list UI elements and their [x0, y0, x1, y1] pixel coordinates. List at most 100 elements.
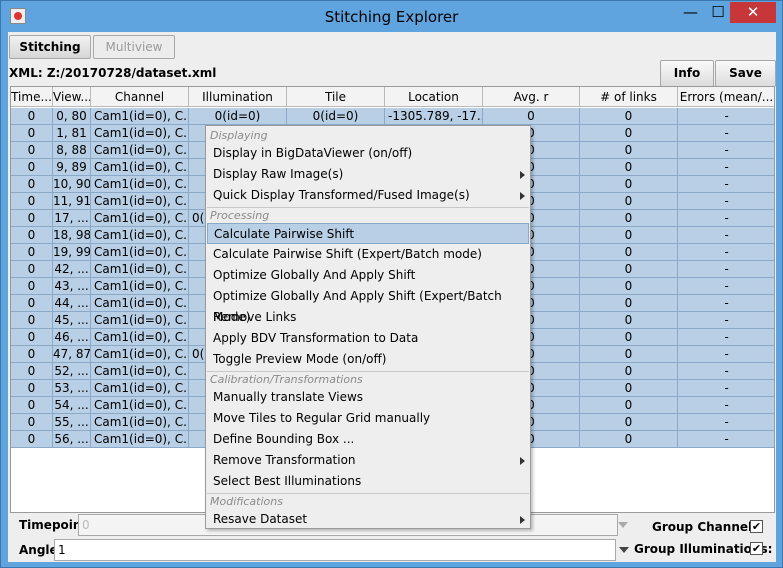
menu-item-label: Manually translate Views: [213, 390, 364, 404]
angle-combo[interactable]: 1: [54, 539, 616, 561]
column-header[interactable]: # of links: [580, 87, 678, 107]
menu-item-label: Quick Display Transformed/Fused Image(s): [213, 188, 470, 202]
menu-item[interactable]: Calculate Pairwise Shift (Expert/Batch m…: [207, 244, 529, 265]
menu-item[interactable]: Resave Dataset: [207, 509, 529, 530]
table-cell: 0(id=0): [189, 108, 287, 125]
table-cell: 0: [580, 108, 678, 125]
table-cell: 0: [11, 312, 53, 329]
window-title: Stitching Explorer: [324, 8, 459, 26]
table-cell: 52, ...: [53, 363, 91, 380]
table-cell: 0(id=0): [287, 108, 385, 125]
submenu-arrow-icon: [520, 171, 525, 179]
table-cell: 55, ...: [53, 414, 91, 431]
table-cell: 0: [580, 159, 678, 176]
table-cell: Cam1(id=0), C...: [91, 125, 189, 142]
column-header[interactable]: Tile: [287, 87, 385, 107]
column-header[interactable]: Errors (mean/...: [678, 87, 774, 107]
angle-dropdown-icon[interactable]: [615, 539, 633, 561]
table-cell: 0: [580, 244, 678, 261]
column-header[interactable]: Time...: [11, 87, 53, 107]
menu-item[interactable]: Optimize Globally And Apply Shift (Exper…: [207, 286, 529, 324]
menu-item[interactable]: Display Raw Image(s): [207, 164, 529, 185]
table-cell: 0: [11, 176, 53, 193]
menu-item[interactable]: Manually translate Views: [207, 387, 529, 408]
table-cell: Cam1(id=0), C...: [91, 142, 189, 159]
table-cell: -: [678, 261, 774, 278]
menu-item[interactable]: Toggle Preview Mode (on/off): [207, 349, 529, 370]
menu-item[interactable]: Define Bounding Box ...: [207, 429, 529, 450]
column-header[interactable]: Channel: [91, 87, 189, 107]
application-window: Stitching Explorer — ☐ ✕ Stitching Multi…: [0, 0, 783, 568]
table-cell: 0: [580, 278, 678, 295]
menu-item[interactable]: Optimize Globally And Apply Shift: [207, 265, 529, 286]
table-cell: 17, ...: [53, 210, 91, 227]
menu-item-label: Calculate Pairwise Shift: [214, 227, 355, 241]
table-cell: Cam1(id=0), C...: [91, 176, 189, 193]
table-cell: Cam1(id=0), C...: [91, 312, 189, 329]
table-cell: Cam1(id=0), C...: [91, 159, 189, 176]
table-cell: 47, 87: [53, 346, 91, 363]
column-header[interactable]: Illumination: [189, 87, 287, 107]
menu-item[interactable]: Select Best Illuminations: [207, 471, 529, 492]
table-cell: 44, ...: [53, 295, 91, 312]
maximize-button[interactable]: ☐: [707, 2, 729, 23]
table-cell: 0: [11, 414, 53, 431]
table-cell: -: [678, 142, 774, 159]
menu-item[interactable]: Display in BigDataViewer (on/off): [207, 143, 529, 164]
table-cell: 0: [11, 125, 53, 142]
table-cell: 0, 80: [53, 108, 91, 125]
table-cell: Cam1(id=0), C...: [91, 346, 189, 363]
table-cell: 0: [580, 397, 678, 414]
table-cell: 0: [580, 380, 678, 397]
table-cell: Cam1(id=0), C...: [91, 380, 189, 397]
submenu-arrow-icon: [520, 192, 525, 200]
table-cell: -: [678, 329, 774, 346]
table-cell: 0: [580, 414, 678, 431]
table-row[interactable]: 0 0, 80 Cam1(id=0), C... 0(id=0) 0(id=0) -130…: [11, 108, 774, 125]
table-cell: 0: [11, 159, 53, 176]
group-channels-checkbox[interactable]: ✔: [750, 520, 763, 533]
table-cell: 0: [11, 363, 53, 380]
info-button[interactable]: Info: [660, 60, 714, 87]
table-cell: -1305.789, -17...: [385, 108, 483, 125]
menu-item-label: Optimize Globally And Apply Shift: [213, 268, 416, 282]
menu-item[interactable]: Remove Links: [207, 307, 529, 328]
close-button[interactable]: ✕: [730, 2, 776, 23]
menu-item[interactable]: Apply BDV Transformation to Data: [207, 328, 529, 349]
timepoint-dropdown-icon[interactable]: [614, 514, 632, 536]
table-cell: 0: [580, 125, 678, 142]
table-cell: -: [678, 176, 774, 193]
table-cell: 0: [580, 227, 678, 244]
table-cell: Cam1(id=0), C...: [91, 397, 189, 414]
table-cell: -: [678, 244, 774, 261]
menu-separator: [207, 493, 529, 494]
submenu-arrow-icon: [520, 457, 525, 465]
minimize-button[interactable]: —: [674, 2, 707, 23]
menu-item-label: Display Raw Image(s): [213, 167, 344, 181]
column-header[interactable]: Location: [385, 87, 483, 107]
tab-stitching[interactable]: Stitching: [9, 35, 91, 59]
table-cell: 0: [580, 431, 678, 448]
menu-item[interactable]: Quick Display Transformed/Fused Image(s): [207, 185, 529, 206]
menu-item-label: Move Tiles to Regular Grid manually: [213, 411, 431, 425]
save-button[interactable]: Save: [715, 60, 776, 87]
menu-item[interactable]: Remove Transformation: [207, 450, 529, 471]
column-header[interactable]: View...: [53, 87, 91, 107]
table-cell: 0: [580, 261, 678, 278]
menu-item[interactable]: Move Tiles to Regular Grid manually: [207, 408, 529, 429]
table-cell: Cam1(id=0), C...: [91, 295, 189, 312]
table-cell: 10, 90: [53, 176, 91, 193]
xml-path-label: XML: Z:/20170728/dataset.xml: [9, 66, 217, 80]
table-cell: Cam1(id=0), C...: [91, 210, 189, 227]
table-cell: -: [678, 380, 774, 397]
table-cell: 0: [11, 295, 53, 312]
table-cell: 8, 88: [53, 142, 91, 159]
table-cell: -: [678, 346, 774, 363]
menu-section-header: Displaying: [210, 129, 268, 142]
title-bar[interactable]: Stitching Explorer — ☐ ✕: [1, 1, 782, 32]
menu-item[interactable]: Calculate Pairwise Shift: [207, 223, 529, 244]
group-illuminations-checkbox[interactable]: ✔: [750, 542, 763, 555]
tab-multiview[interactable]: Multiview: [93, 35, 175, 59]
column-header[interactable]: Avg. r: [483, 87, 580, 107]
group-channels-label: Group Channels:: [652, 520, 765, 534]
